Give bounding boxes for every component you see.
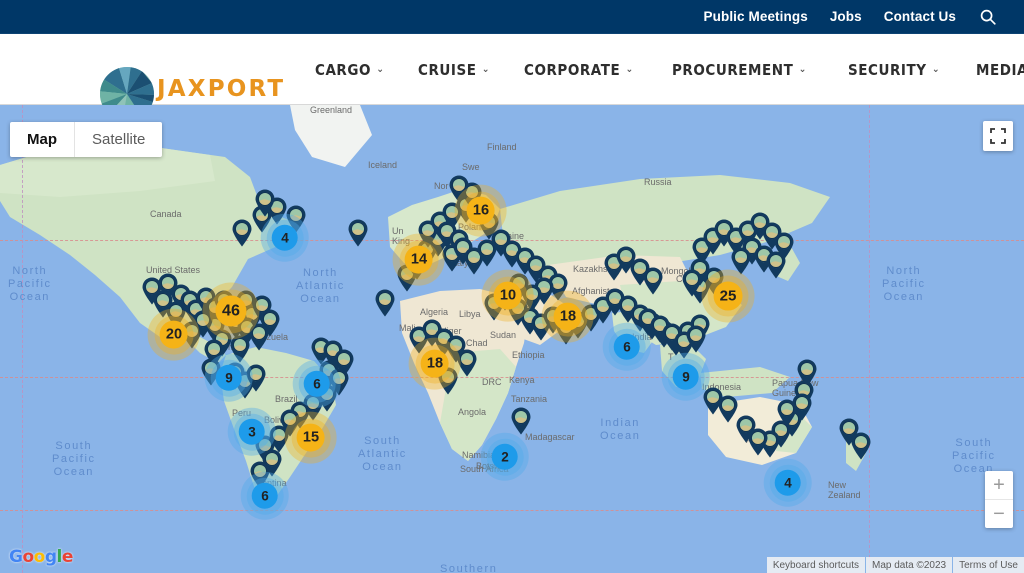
cluster-count: 20 [159,320,188,349]
zoom-in-button[interactable]: + [985,471,1013,499]
google-logo-letter: G [9,547,23,567]
nav-label-cruise: CRUISE [418,60,477,79]
google-logo-letter: o [22,547,34,567]
map-cluster-marker[interactable]: 6 [238,469,293,524]
cluster-count: 2 [492,444,518,470]
map-cluster-marker[interactable]: 10 [479,267,538,326]
chevron-down-icon: ⌄ [482,63,491,75]
map-cluster-marker[interactable]: 4 [761,456,816,511]
utility-link-public-meetings[interactable]: Public Meetings [704,9,808,24]
google-logo-letter: e [61,547,74,567]
map-cluster-marker[interactable]: 16 [452,182,511,241]
graticule-equator [0,377,1024,378]
zoom-out-button[interactable]: − [985,500,1013,528]
cluster-count: 6 [614,334,640,360]
map-type-map-button[interactable]: Map [10,122,75,157]
map-type-toggle: Map Satellite [10,122,163,157]
google-logo-letter: g [44,547,57,567]
page-root: Public Meetings Jobs Contact Us JAXPORT … [0,0,1024,573]
map-cluster-marker[interactable]: 25 [698,266,759,327]
cluster-count: 4 [775,470,801,496]
map-cluster-marker[interactable]: 18 [406,335,465,394]
fullscreen-icon[interactable] [983,121,1013,151]
nav-item-security[interactable]: SECURITY ⌄ [848,61,940,79]
nav-item-media[interactable]: MEDIA ⌄ [976,61,1024,79]
utility-bar: Public Meetings Jobs Contact Us [0,0,1024,34]
cluster-count: 10 [493,281,522,310]
graticule-meridian [869,105,870,573]
nav-label-procurement: PROCUREMENT [672,60,794,79]
world-map[interactable]: Greenland Iceland Finland Swe Nor Russia Canad… [0,105,1024,573]
map-cluster-marker[interactable]: 6 [290,357,345,412]
chevron-down-icon: ⌄ [931,63,940,75]
map-data-credit: Map data ©2023 [866,557,953,573]
main-navigation: CARGO ⌄ CRUISE ⌄ CORPORATE ⌄ PROCUREMENT… [315,34,1024,105]
cluster-count: 18 [553,302,582,331]
map-pin-marker[interactable] [777,399,798,427]
chevron-down-icon: ⌄ [376,63,385,75]
map-pin-marker[interactable] [766,251,787,279]
graticule-tropic-south [0,510,1024,511]
google-logo-letter: o [33,547,46,567]
map-cluster-marker[interactable]: 3 [225,405,280,460]
map-cluster-marker[interactable]: 9 [659,350,714,405]
utility-link-contact-us[interactable]: Contact Us [884,9,956,24]
cluster-count: 46 [215,295,247,327]
nav-label-security: SECURITY [847,60,927,79]
jaxport-wordmark: JAXPORT [157,76,286,102]
cluster-count: 18 [420,349,449,378]
map-cluster-marker[interactable]: 4 [258,211,313,266]
map-cluster-marker[interactable]: 15 [282,409,341,468]
cluster-count: 9 [673,364,699,390]
cluster-count: 3 [239,419,265,445]
cluster-count: 25 [713,281,743,311]
cluster-count: 4 [272,225,298,251]
nav-item-corporate[interactable]: CORPORATE ⌄ [524,61,634,79]
map-pin-marker[interactable] [643,267,664,295]
chevron-down-icon: ⌄ [625,63,634,75]
map-cluster-marker[interactable]: 2 [478,430,533,485]
nav-item-procurement[interactable]: PROCUREMENT ⌄ [672,61,807,79]
map-cluster-marker[interactable]: 6 [600,320,655,375]
cluster-count: 16 [466,196,495,225]
map-pin-marker[interactable] [839,418,860,446]
google-logo[interactable]: Google [9,547,73,567]
map-pin-marker[interactable] [348,219,369,247]
terms-of-use-link[interactable]: Terms of Use [953,557,1024,573]
utility-link-jobs[interactable]: Jobs [830,9,862,24]
cluster-count: 9 [216,365,242,391]
cluster-count: 6 [304,371,330,397]
map-cluster-marker[interactable]: 14 [390,231,449,290]
cluster-count: 15 [296,423,325,452]
nav-item-cruise[interactable]: CRUISE ⌄ [418,61,490,79]
map-pin-marker[interactable] [375,289,396,317]
map-pin-marker[interactable] [232,219,253,247]
keyboard-shortcuts-link[interactable]: Keyboard shortcuts [766,557,865,573]
search-icon[interactable] [980,9,996,25]
map-cluster-marker[interactable]: 9 [202,351,257,406]
nav-label-corporate: CORPORATE [524,60,621,79]
graticule-meridian [22,105,23,573]
zoom-controls: + − [985,471,1013,528]
map-cluster-marker[interactable]: 18 [539,288,598,347]
map-pin-marker[interactable] [736,415,757,443]
cluster-count: 6 [252,483,278,509]
map-attribution: Keyboard shortcuts Map data ©2023 Terms … [766,557,1024,573]
map-cluster-marker[interactable]: 20 [145,306,204,365]
map-type-satellite-button[interactable]: Satellite [75,122,162,157]
map-cluster-marker[interactable]: 46 [198,278,263,343]
nav-label-media: MEDIA [976,60,1024,79]
chevron-down-icon: ⌄ [798,63,807,75]
nav-label-cargo: CARGO [315,60,372,79]
site-header: JAXPORT JACKSONVILLE PORT AUTHORITY CARG… [0,34,1024,121]
nav-item-cargo[interactable]: CARGO ⌄ [315,61,384,79]
cluster-count: 14 [404,245,433,274]
